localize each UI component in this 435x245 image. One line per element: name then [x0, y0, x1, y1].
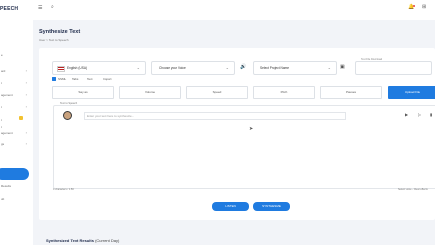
sidebar-item-dashboard[interactable]: ard › — [0, 66, 33, 76]
sidebar-item-3[interactable]: t › — [0, 78, 33, 88]
breadcrumb: User > Text to Speech — [39, 38, 69, 42]
sidebar-item-label: e — [1, 53, 3, 57]
folder-icon[interactable]: ▣ — [340, 64, 345, 70]
chevron-right-icon: › — [25, 68, 27, 73]
sidebar-item-label: ard — [1, 69, 6, 73]
menu-icon[interactable]: ☰ — [38, 5, 42, 11]
video-icon[interactable]: ▶ — [405, 112, 408, 117]
notification-dot — [413, 5, 415, 7]
chevron-down-icon: ⌄ — [225, 65, 229, 70]
results-subtitle: (Current Day) — [95, 238, 120, 243]
chevron-right-icon: › — [25, 80, 27, 85]
editor-footer-links[interactable]: Select voice - Clear effects — [398, 188, 428, 191]
sidebar-item-settings[interactable]: gs › — [0, 139, 33, 149]
sidebar-item-label: t — [1, 81, 2, 85]
listen-button[interactable]: LISTEN — [212, 202, 249, 211]
tab-pauses[interactable]: Pauses — [320, 86, 382, 99]
sidebar-item-management[interactable]: agement › — [0, 90, 33, 100]
voice-select[interactable]: Choose your Voice ⌄ — [151, 61, 235, 75]
sidebar-item-5[interactable]: t › — [0, 102, 33, 112]
character-count: 0 characters / 1.5K — [53, 188, 74, 191]
text-file-download-field[interactable] — [355, 61, 432, 75]
results-title-text: Synthesized Text Results — [46, 238, 94, 243]
option-ssml[interactable]: SSML — [58, 77, 66, 81]
sidebar-item-label: agement — [1, 93, 13, 97]
sidebar-subitem-2[interactable]: ult — [1, 197, 4, 201]
chevron-down-icon: ⌄ — [136, 65, 140, 70]
sidebar-item-label: gs — [1, 142, 5, 146]
sidebar-item-1[interactable]: e — [0, 50, 33, 60]
cursor-icon: ➤ — [249, 126, 254, 132]
ssml-checkbox[interactable] — [52, 77, 56, 81]
chevron-right-icon: › — [25, 141, 27, 146]
tab-speed[interactable]: Speed — [186, 86, 248, 99]
sidebar-subitem-results[interactable]: Results — [1, 184, 11, 188]
sidebar-item-management-2[interactable]: agement › — [0, 128, 33, 138]
synthesize-button[interactable]: SYNTHESIZE — [253, 202, 290, 211]
sidebar-item-label: agement — [1, 131, 13, 135]
option-text[interactable]: Text — [87, 77, 93, 81]
project-placeholder: Select Project Name — [260, 66, 290, 70]
language-value: English (USA) — [67, 66, 88, 70]
page-title: Synthesize Text — [39, 29, 81, 35]
trash-icon[interactable]: ▮ — [430, 112, 432, 117]
speaker-icon[interactable]: 🔊 — [240, 64, 246, 70]
chevron-right-icon: › — [25, 92, 27, 97]
language-select[interactable]: English (USA) ⌄ — [52, 61, 146, 75]
option-tabs[interactable]: Tabs — [72, 77, 78, 81]
tab-say-as[interactable]: Say as — [52, 86, 114, 99]
avatar — [63, 111, 72, 120]
sidebar-item-label: t — [1, 105, 2, 109]
results-title: Synthesized Text Results (Current Day) — [46, 238, 119, 243]
search-icon[interactable]: ⌕ — [51, 4, 54, 10]
chevron-right-icon: › — [25, 104, 27, 109]
top-bar: ☰ ⌕ 🔔 ⊞ — [33, 0, 435, 20]
play-icon[interactable]: ▷ — [418, 112, 421, 117]
us-flag-icon — [57, 66, 65, 72]
sidebar-item-active[interactable] — [0, 168, 29, 180]
editor-label: Text to Speech — [59, 102, 79, 105]
chevron-right-icon: › — [25, 130, 27, 135]
grid-icon[interactable]: ⊞ — [422, 4, 426, 10]
text-input[interactable]: Enter your text here to synthesize... — [84, 112, 346, 120]
sidebar: PEECH e ard › t › agement › t › t t agem… — [0, 0, 33, 245]
chevron-down-icon: ⌄ — [327, 65, 331, 70]
voice-placeholder: Choose your Voice — [159, 66, 186, 70]
tab-pitch[interactable]: Pitch — [253, 86, 315, 99]
tab-volume[interactable]: Volume — [119, 86, 181, 99]
tab-upload-file[interactable]: Upload File — [388, 86, 435, 99]
brand-logo: PEECH — [0, 6, 19, 12]
text-file-download-label: Text File Download — [360, 58, 384, 61]
project-select[interactable]: Select Project Name ⌄ — [253, 61, 337, 75]
option-import[interactable]: Import — [103, 77, 112, 81]
